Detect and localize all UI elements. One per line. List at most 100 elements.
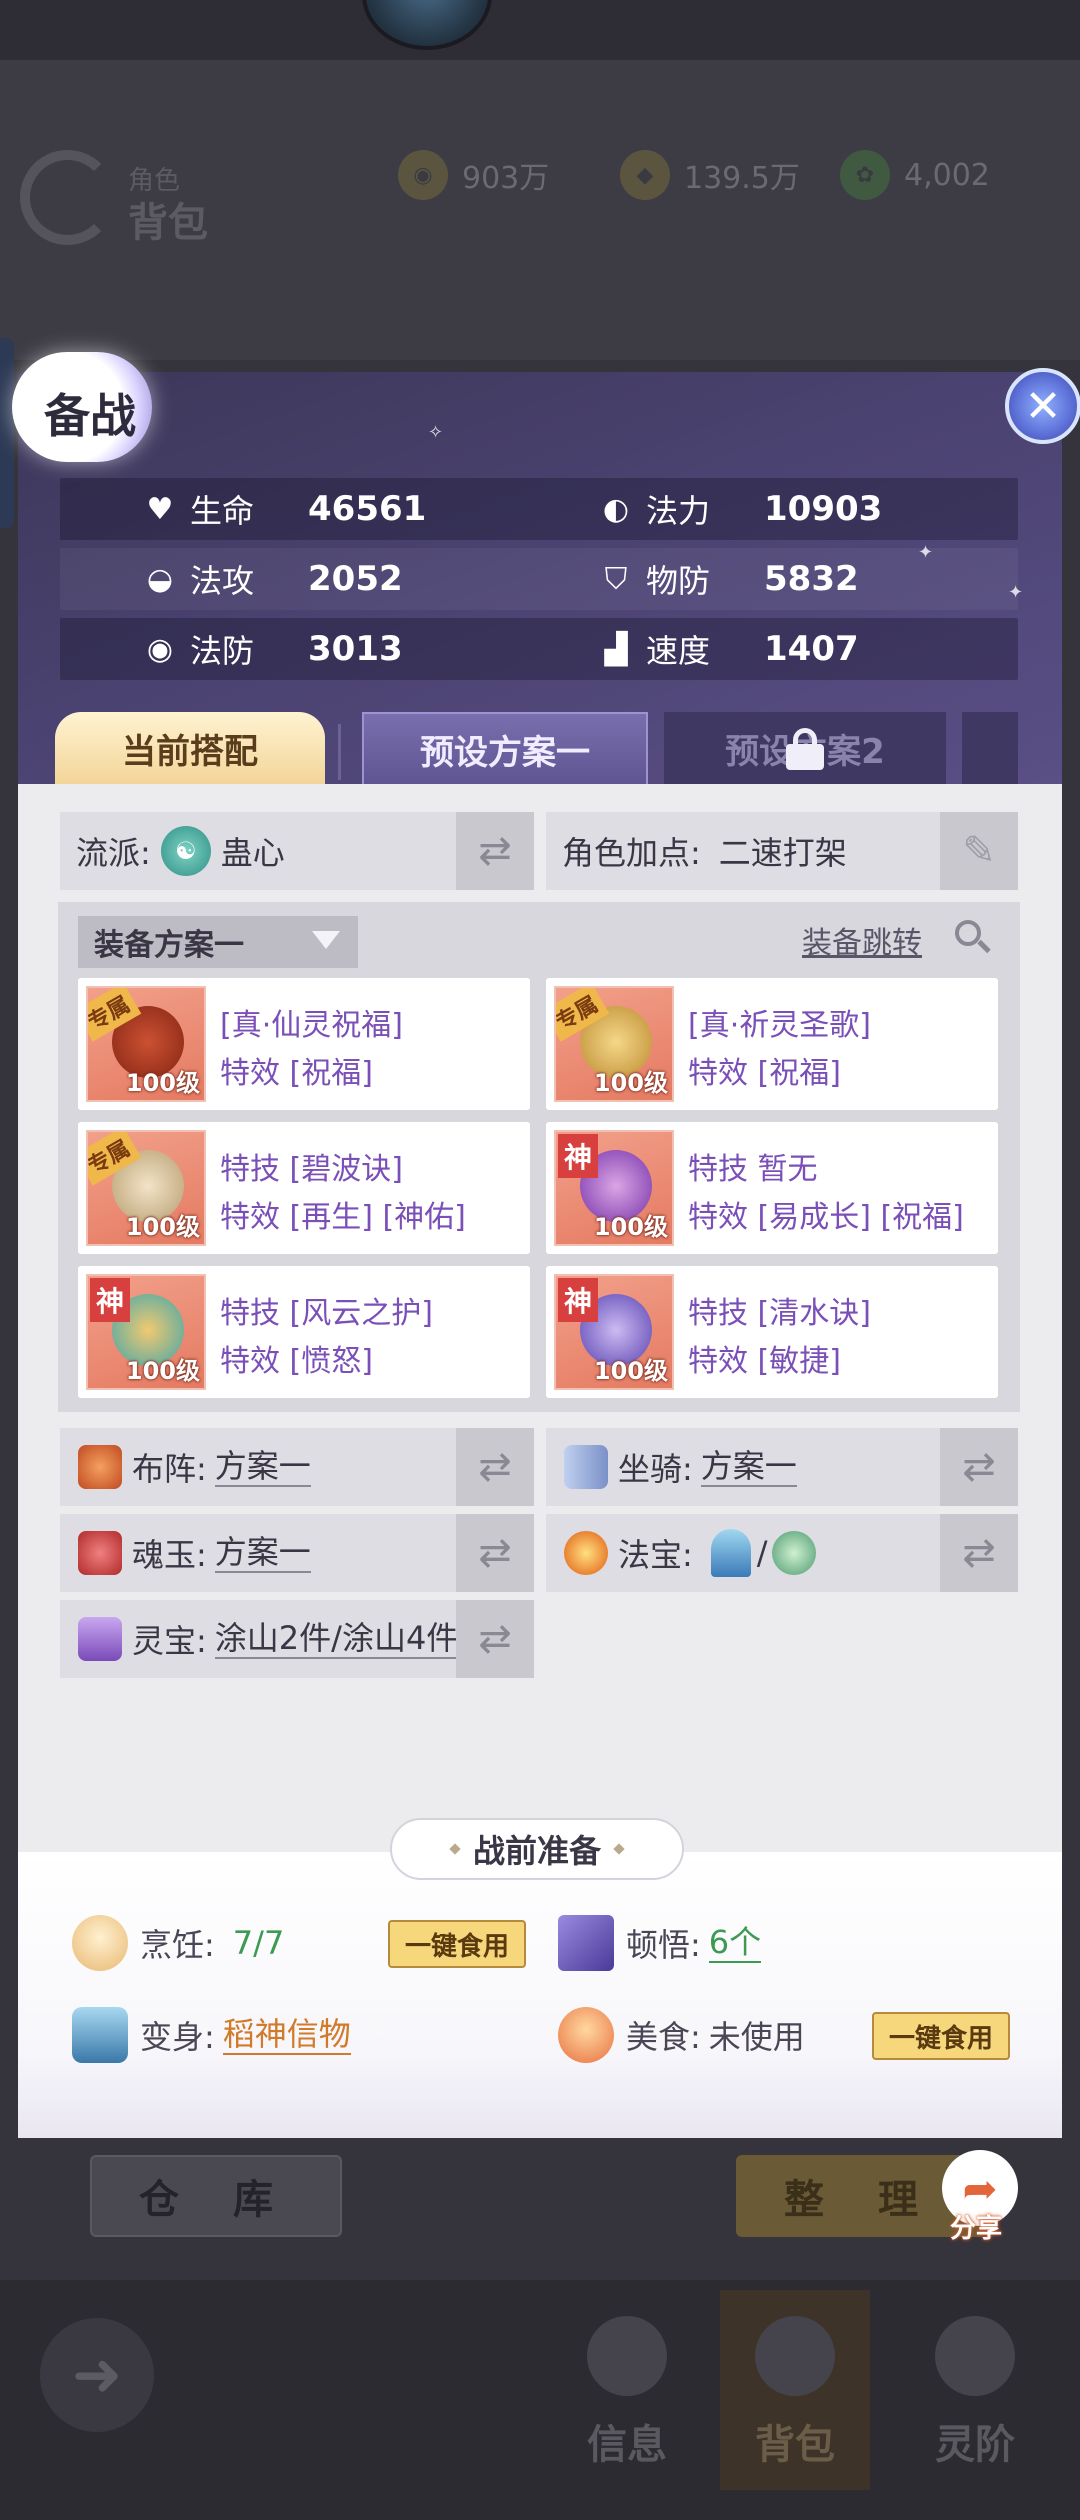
level-label: 100级 [593, 1069, 668, 1097]
fist-icon [587, 2316, 667, 2396]
heart-icon: ♥ [146, 491, 174, 527]
equipment-thumbnail: 专属 100级 [554, 986, 674, 1102]
eat-all-food-button[interactable]: 一键食用 [872, 2012, 1010, 2060]
soul-jade-value[interactable]: 方案一 [214, 1533, 311, 1573]
transform-item: 变身: 稻神信物 [72, 2000, 351, 2070]
soul-jade-icon [78, 1531, 122, 1575]
school-emblem-icon: ☯ [160, 826, 211, 876]
search-icon[interactable] [955, 920, 991, 956]
equipment-card-armor[interactable]: 神 100级 特技 暂无 特效 [易成长] [祝福] [546, 1122, 998, 1254]
level-label: 100级 [125, 1069, 200, 1097]
jade-icon: ✿ [840, 150, 890, 200]
equipment-line-2: 特效 [敏捷] [688, 1344, 841, 1379]
equipment-line-1: 特技 [风云之护] [220, 1296, 433, 1331]
tab-divider [338, 724, 341, 780]
bun-icon [72, 1915, 128, 1971]
equipment-line-1: 特技 [清水诀] [688, 1296, 871, 1331]
nav-label: 灵阶 [935, 2422, 1015, 2468]
equipment-line-1: [真·仙灵祝福] [220, 1008, 403, 1043]
equipment-card-boots[interactable]: 神 100级 特技 [清水诀] 特效 [敏捷] [546, 1266, 998, 1398]
mount-panel: 坐骑: 方案一 ⇄ [546, 1428, 1018, 1506]
food-value: 未使用 [708, 2018, 805, 2056]
divine-tag: 神 [90, 1278, 131, 1322]
mount-value[interactable]: 方案一 [700, 1447, 797, 1487]
eat-all-button[interactable]: 一键食用 [388, 1920, 526, 1968]
fire-orb-icon [564, 1531, 608, 1575]
currency-value: 139.5万 [684, 161, 800, 196]
brush-icon[interactable]: ✎ [940, 812, 1018, 890]
close-icon[interactable]: ✕ [1005, 368, 1080, 444]
equipment-line-1: 特技 [碧波诀] [220, 1152, 403, 1187]
insight-value[interactable]: 6个 [708, 1923, 762, 1963]
equipment-plan-dropdown[interactable]: 装备方案一 [78, 916, 358, 968]
equipment-line-2: 特效 [祝福] [688, 1056, 841, 1091]
scroll-icon [564, 1445, 608, 1489]
school-panel: 流派: ☯ 蛊心 ⇄ [60, 812, 534, 890]
stat-row: ◒ 法攻 2052 ⛉ 物防 5832 [60, 548, 1018, 610]
swap-icon[interactable]: ⇄ [940, 1428, 1018, 1506]
equipment-card-necklace[interactable]: 专属 100级 [真·祈灵圣歌] 特效 [祝福] [546, 978, 998, 1110]
stat-magic-attack: ◒ 法攻 2052 [142, 548, 403, 610]
equipment-jump-link[interactable]: 装备跳转 [802, 918, 922, 962]
gold-ingot-icon: ◆ [620, 150, 670, 200]
stat-mp: ◐ 法力 10903 [598, 478, 882, 540]
stat-hp: ♥ 生命 46561 [142, 478, 427, 540]
moon-emblem-icon [20, 150, 115, 245]
treasure-panel: 法宝: / ⇄ [546, 1514, 1018, 1592]
nav-label: 背包 [755, 2422, 835, 2468]
mask-icon: ◉ [146, 631, 174, 667]
wave-icon: ◒ [146, 561, 174, 597]
nav-info[interactable]: 信息 [552, 2290, 702, 2490]
nav-bag[interactable]: 背包 [720, 2290, 870, 2490]
cooking-value: 7/7 [232, 1924, 285, 1962]
equipment-thumbnail: 神 100级 [554, 1274, 674, 1390]
cooking-item: 烹饪: 7/7 [72, 1908, 284, 1978]
swap-icon[interactable]: ⇄ [456, 812, 534, 890]
swap-icon[interactable]: ⇄ [456, 1514, 534, 1592]
gourd-icon [771, 1531, 816, 1575]
equipment-line-2: 特效 [祝福] [220, 1056, 373, 1091]
formation-panel: 布阵: 方案一 ⇄ [60, 1428, 534, 1506]
gift-box-icon [78, 1617, 122, 1661]
formation-value[interactable]: 方案一 [214, 1447, 311, 1487]
spirit-treasure-value[interactable]: 涂山2件/涂山4件 [214, 1619, 459, 1659]
equipment-line-1: 特技 暂无 [688, 1152, 818, 1187]
equipment-card-helmet[interactable]: 专属 100级 特技 [碧波诀] 特效 [再生] [神佑] [78, 1122, 530, 1254]
swap-icon[interactable]: ⇄ [456, 1428, 534, 1506]
currency-ingot: ◆ 139.5万 [620, 150, 800, 200]
diamond-icon [449, 1843, 461, 1855]
tab-more[interactable] [962, 712, 1018, 784]
equipment-line-2: 特效 [再生] [神佑] [220, 1200, 466, 1235]
school-value: 蛊心 [220, 834, 285, 872]
book-icon [558, 1915, 614, 1971]
nav-spirit[interactable]: 灵阶 [900, 2290, 1050, 2490]
currency-jade: ✿ 4,002 [840, 150, 990, 200]
swap-icon[interactable]: ⇄ [940, 1514, 1018, 1592]
bag-icon [755, 2316, 835, 2396]
storage-button[interactable]: 仓 库 [90, 2155, 342, 2237]
stat-speed: ▟ 速度 1407 [598, 618, 858, 680]
share-label[interactable]: 分享 [950, 2208, 1002, 2245]
tab-preset-1[interactable]: 预设方案一 [362, 712, 648, 784]
swap-icon[interactable]: ⇄ [456, 1600, 534, 1678]
equipment-line-1: [真·祈灵圣歌] [688, 1008, 871, 1043]
prep-title: 战前准备 [390, 1818, 684, 1880]
chevron-down-icon [312, 931, 340, 949]
food-bowl-icon [558, 2007, 614, 2063]
food-item: 美食: 未使用 [558, 2000, 805, 2070]
equipment-card-belt[interactable]: 神 100级 特技 [风云之护] 特效 [愤怒] [78, 1266, 530, 1398]
back-arrow-icon[interactable]: ➜ [40, 2318, 154, 2432]
currency-value: 4,002 [904, 157, 990, 193]
role-points-label: 角色加点: [562, 834, 701, 872]
equipment-line-2: 特效 [易成长] [祝福] [688, 1200, 964, 1235]
tab-current[interactable]: 当前搭配 [55, 712, 325, 784]
transform-value[interactable]: 稻神信物 [222, 2015, 351, 2055]
section-title: 背包 [128, 200, 208, 246]
level-label: 100级 [593, 1357, 668, 1385]
equipment-thumbnail: 专属 100级 [86, 1130, 206, 1246]
equipment-card-weapon[interactable]: 专属 100级 [真·仙灵祝福] 特效 [祝福] [78, 978, 530, 1110]
insight-item: 顿悟: 6个 [558, 1908, 762, 1978]
level-label: 100级 [125, 1357, 200, 1385]
equipment-plan-label: 装备方案一 [94, 928, 244, 963]
equipment-thumbnail: 专属 100级 [86, 986, 206, 1102]
